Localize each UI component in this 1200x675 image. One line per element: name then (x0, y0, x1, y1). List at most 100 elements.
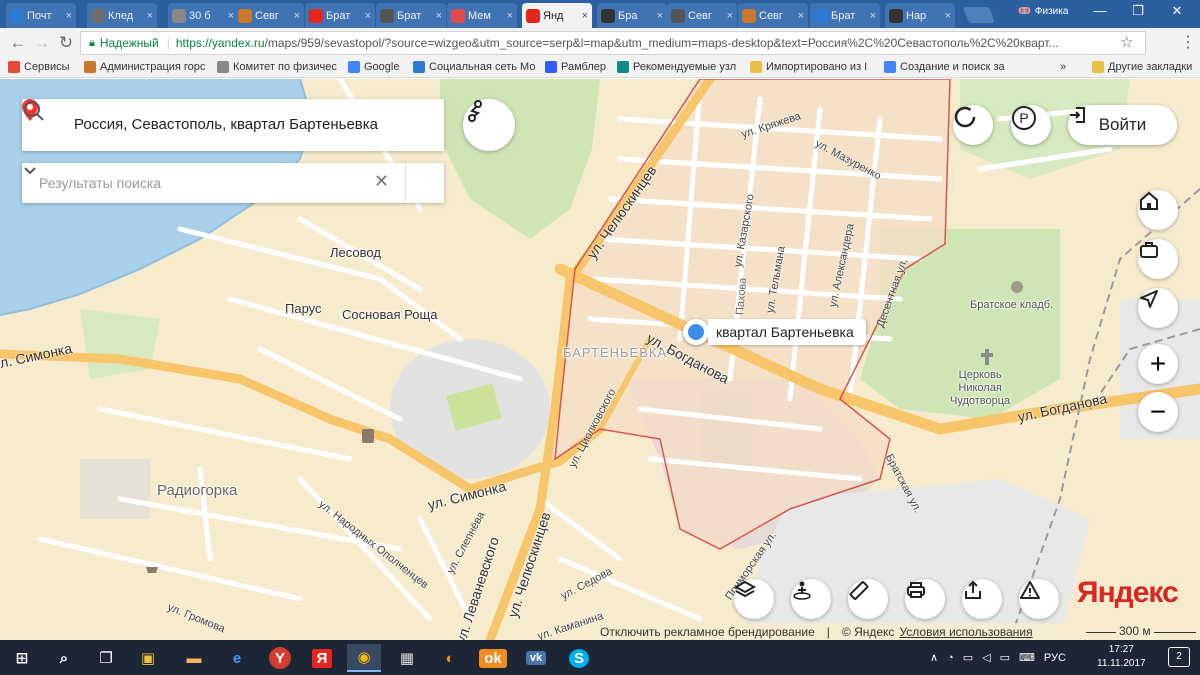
address-bar[interactable]: 🔒︎ Надежный | https://yandex.ru/maps/959… (80, 31, 1146, 55)
bookmark-item[interactable]: Другие закладки (1092, 61, 1192, 73)
browser-tab[interactable]: Почт × (6, 3, 76, 28)
zoom-out-button[interactable]: − (1138, 392, 1178, 432)
taskbar-clock[interactable]: 17:27 11.11.2017 (1097, 643, 1146, 671)
new-tab-button[interactable] (963, 7, 995, 23)
yandex-taskbar-button[interactable]: Я (305, 644, 339, 672)
bookmark-item[interactable]: Рекомендуемые узл (617, 61, 736, 73)
browser-tab[interactable]: Янд × (522, 3, 592, 28)
folder-icon: ▬ (186, 649, 202, 667)
map-canvas[interactable]: Лесовод Парус Сосновая Роща БАРТЕНЬЕВКА … (0, 79, 1200, 640)
geolocation-button[interactable] (1138, 288, 1178, 328)
terms-link[interactable]: Условия использования (899, 625, 1032, 639)
traffic-button[interactable] (953, 105, 993, 145)
firefox-taskbar-button[interactable]: ◐ (433, 644, 467, 672)
tab-close-icon[interactable]: × (365, 10, 371, 22)
ruler-button[interactable] (848, 579, 888, 619)
browser-tab[interactable]: Бра × (597, 3, 667, 28)
explorer-taskbar-button[interactable]: ▬ (177, 644, 211, 672)
bookmark-item[interactable]: Google (348, 61, 399, 73)
tab-close-icon[interactable]: × (870, 10, 876, 22)
battery-icon[interactable]: ▭ (963, 651, 973, 664)
browser-tab[interactable]: Севг × (234, 3, 304, 28)
minimize-button[interactable]: — (1085, 3, 1115, 18)
store-taskbar-button[interactable]: ▣ (131, 644, 165, 672)
bookmark-item[interactable]: Сервисы (8, 61, 70, 73)
yandex-browser-taskbar-button[interactable]: Y (269, 647, 291, 669)
browser-tab[interactable]: Клед × (87, 3, 157, 28)
ad-branding-link[interactable]: Отключить рекламное брендирование (600, 625, 815, 639)
work-button[interactable] (1138, 239, 1178, 279)
close-button[interactable]: ✕ (1162, 3, 1192, 19)
share-button[interactable] (962, 579, 1002, 619)
keyboard-icon[interactable]: ⌨ (1019, 651, 1035, 664)
tray-expand-icon[interactable]: ∧ (930, 651, 938, 664)
chevron-down-icon[interactable] (22, 163, 38, 179)
traffic-icon (954, 106, 976, 128)
wifi-icon[interactable]: ◔ (947, 652, 954, 664)
bookmark-item[interactable]: Комитет по физичес (217, 61, 337, 73)
home-button[interactable] (1138, 190, 1178, 230)
search-icon[interactable] (22, 99, 46, 123)
clear-icon[interactable]: ✕ (374, 171, 389, 192)
search-input[interactable]: Россия, Севастополь, квартал Бартеньевка (74, 116, 378, 133)
url-host: https://yandex.ru (175, 36, 265, 50)
browser-tab[interactable]: Мем × (447, 3, 517, 28)
language-indicator[interactable]: РУС (1044, 652, 1066, 664)
panorama-button[interactable] (791, 579, 831, 619)
parking-button[interactable]: P (1011, 105, 1051, 145)
bookmark-item[interactable]: Создание и поиск за (884, 61, 1005, 73)
bookmark-item[interactable]: » (1060, 61, 1066, 73)
task-view-button[interactable]: ❐ (89, 644, 123, 672)
layers-button[interactable] (734, 579, 774, 619)
bookmark-item[interactable]: Администрация горс (84, 61, 205, 73)
browser-tab[interactable]: Нар × (885, 3, 955, 28)
forward-button[interactable]: → (32, 33, 52, 53)
login-button[interactable]: Войти (1068, 105, 1177, 145)
browser-menu-icon[interactable]: ⋮ (1180, 32, 1196, 52)
browser-tab[interactable]: Брат × (376, 3, 446, 28)
browser-tab[interactable]: Севг × (738, 3, 808, 28)
edge-taskbar-button[interactable]: e (220, 644, 254, 672)
report-button[interactable] (1019, 579, 1059, 619)
tab-close-icon[interactable]: × (657, 10, 663, 22)
bookmark-item[interactable]: Социальная сеть Мо (413, 61, 535, 73)
tab-close-icon[interactable]: × (436, 10, 442, 22)
bookmark-star-icon[interactable]: ☆ (1120, 33, 1133, 51)
volume-icon[interactable]: ◁ (982, 651, 990, 664)
bookmarks-bar: Сервисы Администрация горс Комитет по физи… (0, 58, 1200, 78)
profile-button[interactable]: ↂ Физика (1018, 6, 1068, 17)
tab-close-icon[interactable]: × (66, 10, 72, 22)
browser-tab[interactable]: Брат × (810, 3, 880, 28)
calculator-taskbar-button[interactable]: ▦ (390, 644, 424, 672)
tab-close-icon[interactable]: × (945, 10, 951, 22)
place-marker[interactable] (683, 319, 709, 345)
routes-button[interactable] (463, 99, 515, 151)
back-button[interactable]: ← (8, 33, 28, 53)
action-center-button[interactable]: 2 (1168, 647, 1190, 667)
tab-close-icon[interactable]: × (582, 10, 588, 22)
tab-close-icon[interactable]: × (294, 10, 300, 22)
reload-button[interactable]: ↻ (56, 33, 76, 53)
skype-taskbar-button[interactable]: S (562, 644, 596, 672)
odnoklassniki-taskbar-button[interactable]: ok (476, 644, 510, 672)
search-taskbar-button[interactable]: ⌕ (47, 644, 81, 672)
print-button[interactable] (905, 579, 945, 619)
browser-tab[interactable]: 30 б × (168, 3, 238, 28)
bookmark-item[interactable]: Рамблер (545, 61, 606, 73)
tab-close-icon[interactable]: × (147, 10, 153, 22)
zoom-in-button[interactable]: + (1138, 344, 1178, 384)
maximize-button[interactable]: ❐ (1123, 3, 1153, 19)
tab-close-icon[interactable]: × (507, 10, 513, 22)
browser-tab[interactable]: Брат × (305, 3, 375, 28)
vk-taskbar-button[interactable]: vk (519, 644, 553, 672)
search-results-bar[interactable]: Результаты поиска ✕ (22, 163, 444, 203)
place-label[interactable]: квартал Бартеньевка (708, 319, 866, 345)
tab-close-icon[interactable]: × (727, 10, 733, 22)
chrome-taskbar-button[interactable]: ◉ (347, 644, 381, 672)
start-button[interactable]: ⊞ (5, 644, 39, 672)
monitor-icon[interactable]: ▭ (1000, 651, 1010, 664)
tab-close-icon[interactable]: × (798, 10, 804, 22)
browser-tab[interactable]: Севг × (667, 3, 737, 28)
search-box[interactable]: Россия, Севастополь, квартал Бартеньевка (22, 99, 444, 151)
bookmark-item[interactable]: Импортировано из I (750, 61, 867, 73)
